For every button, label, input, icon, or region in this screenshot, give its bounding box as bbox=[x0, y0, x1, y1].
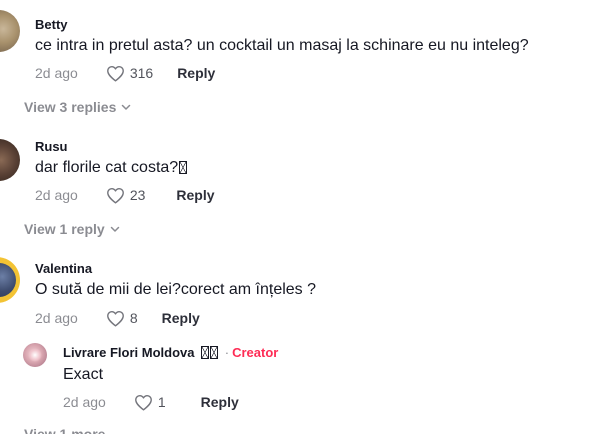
like-button[interactable]: 316 bbox=[106, 65, 153, 82]
unsupported-glyph bbox=[201, 346, 210, 359]
reply-button[interactable]: Reply bbox=[201, 394, 239, 410]
avatar[interactable] bbox=[0, 139, 20, 181]
comment-username[interactable]: Betty bbox=[35, 17, 68, 32]
comment-username[interactable]: Valentina bbox=[35, 261, 92, 276]
view-replies-label: View 1 reply bbox=[24, 221, 105, 237]
like-button[interactable]: 1 bbox=[134, 394, 166, 411]
chevron-down-icon bbox=[122, 104, 131, 110]
reply-button[interactable]: Reply bbox=[177, 65, 215, 81]
comment-time: 2d ago bbox=[35, 310, 78, 326]
comment-time: 2d ago bbox=[35, 187, 78, 203]
heart-outline-icon bbox=[106, 187, 124, 204]
like-count: 8 bbox=[129, 310, 138, 326]
comment-text: ce intra in pretul asta? un cocktail un … bbox=[35, 37, 529, 54]
like-count: 1 bbox=[157, 394, 166, 410]
reply-button[interactable]: Reply bbox=[162, 310, 200, 326]
like-count: 316 bbox=[129, 65, 154, 81]
comment-text: dar florile cat costa? bbox=[35, 159, 188, 177]
like-button[interactable]: 23 bbox=[106, 187, 146, 204]
reply-text: Exact bbox=[63, 366, 104, 383]
chevron-down-icon bbox=[110, 226, 119, 232]
like-button[interactable]: 8 bbox=[106, 310, 138, 327]
avatar[interactable] bbox=[0, 257, 20, 303]
view-replies-button[interactable]: View 1 reply bbox=[24, 221, 120, 237]
separator-dot: · bbox=[224, 345, 230, 360]
creator-badge: Creator bbox=[232, 345, 279, 360]
comment-username[interactable]: Rusu bbox=[35, 139, 68, 154]
reply-time: 2d ago bbox=[63, 394, 106, 410]
view-replies-button[interactable]: View 3 replies bbox=[24, 99, 131, 115]
heart-outline-icon bbox=[106, 65, 124, 82]
comment-text: O sută de mii de lei?corect am înțeles ? bbox=[35, 281, 317, 298]
comment-time: 2d ago bbox=[35, 65, 78, 81]
avatar[interactable] bbox=[0, 10, 20, 52]
view-replies-label: View 3 replies bbox=[24, 99, 117, 115]
reply-username[interactable]: Livrare Flori Moldova bbox=[63, 345, 194, 360]
comment-meta: 2d ago 23 Reply bbox=[35, 185, 215, 205]
heart-outline-icon bbox=[134, 394, 152, 411]
view-more-replies-button[interactable]: View 1 more bbox=[24, 426, 105, 434]
unsupported-glyph bbox=[179, 161, 188, 174]
comment-meta: 2d ago 316 Reply bbox=[35, 63, 215, 83]
comment-meta: 2d ago 8 Reply bbox=[35, 308, 200, 328]
avatar-flowers bbox=[28, 348, 42, 362]
unsupported-glyph bbox=[210, 346, 219, 359]
heart-outline-icon bbox=[106, 310, 124, 327]
avatar[interactable] bbox=[23, 343, 47, 367]
reply-meta: 2d ago 1 Reply bbox=[63, 392, 239, 412]
reply-button[interactable]: Reply bbox=[176, 187, 214, 203]
like-count: 23 bbox=[129, 187, 146, 203]
avatar-photo bbox=[0, 263, 16, 297]
reply-username-row: Livrare Flori Moldova · Creator bbox=[63, 345, 278, 360]
